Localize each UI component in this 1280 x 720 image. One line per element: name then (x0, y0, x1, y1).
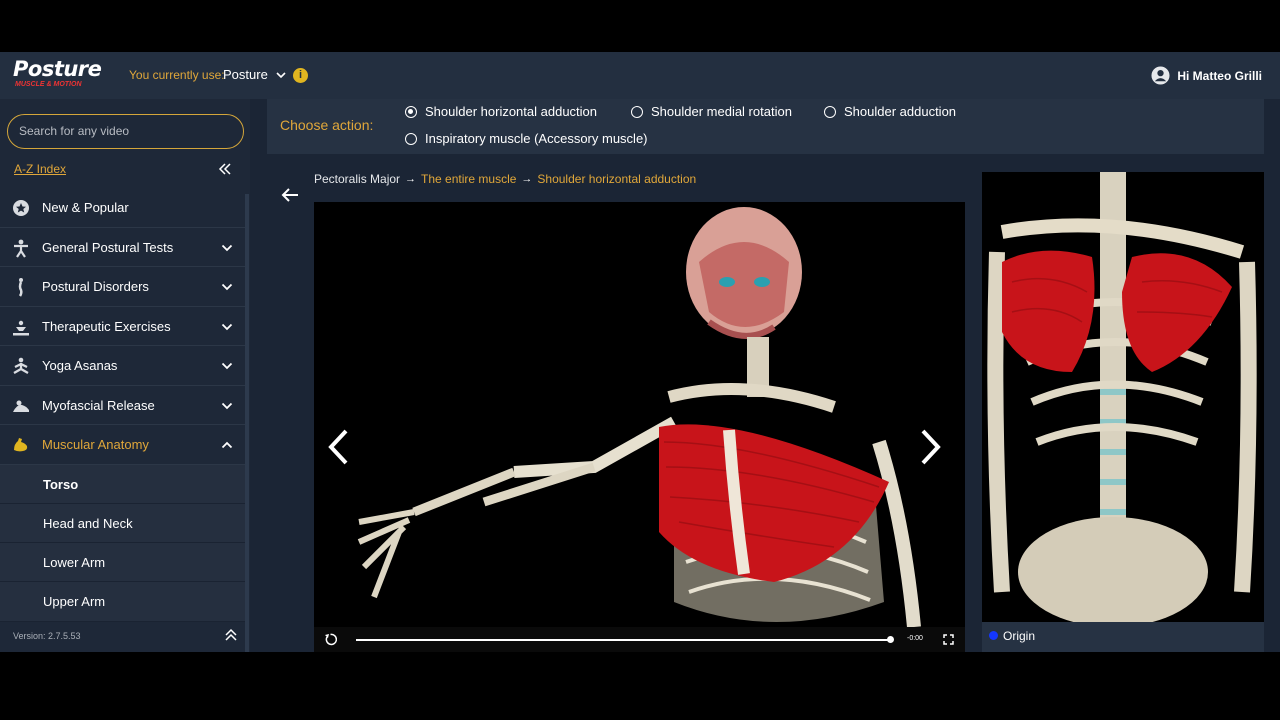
video-time: -0:00 (907, 635, 923, 642)
anatomy-video-frame (357, 207, 921, 628)
chevron-down-icon (221, 323, 233, 330)
sidebar-item-therapeutic-exercises[interactable]: Therapeutic Exercises (0, 307, 245, 346)
yoga-icon (13, 357, 29, 374)
radio-shoulder-medial-rotation[interactable]: Shoulder medial rotation (631, 104, 792, 119)
radio-shoulder-adduction[interactable]: Shoulder adduction (824, 104, 956, 119)
user-menu[interactable]: Hi Matteo Grilli (1151, 66, 1262, 85)
chevron-down-icon (221, 283, 233, 291)
origin-label: Origin (1003, 629, 1036, 643)
logo-subtext: MUSCLE & MOTION (15, 81, 82, 88)
sidebar-subitem-label: Torso (43, 476, 79, 492)
sidebar-item-label: Muscular Anatomy (42, 437, 149, 452)
action-bar: Choose action: Shoulder horizontal adduc… (267, 99, 1264, 154)
video-player[interactable]: -0:00 (314, 202, 965, 652)
sidebar-item-muscular-anatomy[interactable]: Muscular Anatomy (0, 425, 245, 465)
next-arrow-icon[interactable] (919, 428, 943, 466)
info-icon[interactable]: i (293, 68, 308, 83)
chevron-up-icon (221, 441, 233, 449)
chevron-down-icon (221, 402, 233, 409)
breadcrumb-action: Shoulder horizontal adduction (537, 172, 697, 186)
collapse-sidebar-icon[interactable] (217, 161, 233, 177)
current-product-label: You currently use: (129, 68, 225, 82)
exercise-icon (13, 320, 29, 335)
radio-label: Shoulder horizontal adduction (425, 104, 598, 119)
radio-dot (405, 132, 417, 145)
sidebar: Search for any video A-Z Index New & Pop… (0, 99, 250, 652)
sidebar-nav: New & Popular General Postural Tests Pos… (0, 188, 250, 622)
current-product-select[interactable]: Posture (223, 67, 268, 82)
sidebar-subitem-label: Upper Arm (43, 594, 106, 610)
radio-dot (405, 105, 417, 118)
sidebar-item-label: Postural Disorders (42, 279, 149, 294)
video-progress-knob[interactable] (887, 636, 894, 643)
user-avatar-icon (1151, 66, 1170, 85)
sidebar-subitem-torso[interactable]: Torso (0, 464, 245, 504)
star-badge-icon (13, 200, 29, 216)
logo[interactable]: Posture MUSCLE & MOTION (13, 57, 102, 94)
chevron-down-icon (221, 244, 233, 251)
release-icon (13, 400, 29, 412)
radio-label: Inspiratory muscle (Accessory muscle) (425, 131, 648, 146)
sidebar-scrollbar[interactable] (245, 194, 249, 652)
sidebar-subitem-upper-arm[interactable]: Upper Arm (0, 582, 245, 622)
sidebar-item-postural-disorders[interactable]: Postural Disorders (0, 267, 245, 307)
sidebar-subitem-head-neck[interactable]: Head and Neck (0, 503, 245, 544)
arrow-right-icon: → (521, 173, 533, 185)
radio-shoulder-horizontal-adduction[interactable]: Shoulder horizontal adduction (405, 104, 597, 119)
app-window: Posture MUSCLE & MOTION You currently us… (0, 52, 1280, 652)
search-input[interactable]: Search for any video (7, 114, 244, 149)
sidebar-subitem-lower-arm[interactable]: Lower Arm (0, 543, 245, 583)
previous-arrow-icon[interactable] (326, 428, 350, 466)
sidebar-item-new-popular[interactable]: New & Popular (0, 188, 245, 228)
torso-muscle-illustration (987, 172, 1257, 622)
logo-text: Posture (13, 57, 102, 81)
muscle-reference-image (982, 172, 1264, 622)
radio-dot (631, 105, 643, 118)
sidebar-subitem-label: Lower Arm (43, 555, 106, 571)
sidebar-item-label: Myofascial Release (42, 397, 155, 413)
breadcrumb: Pectoralis Major → The entire muscle → S… (314, 172, 696, 186)
sidebar-subitem-label: Head and Neck (43, 515, 133, 531)
origin-legend: Origin (982, 622, 1264, 652)
replay-icon[interactable] (324, 633, 337, 646)
chevron-down-icon[interactable] (274, 68, 288, 82)
breadcrumb-part[interactable]: The entire muscle (421, 172, 516, 186)
radio-label: Shoulder medial rotation (651, 104, 792, 119)
fullscreen-icon[interactable] (943, 634, 954, 645)
radio-label: Shoulder adduction (844, 104, 957, 119)
sidebar-item-label: New & Popular (42, 200, 129, 215)
version-label: Version: 2.7.5.53 (13, 631, 81, 641)
choose-action-label: Choose action: (280, 117, 374, 133)
figure-test-icon (14, 239, 28, 258)
radio-inspiratory-muscle[interactable]: Inspiratory muscle (Accessory muscle) (405, 131, 648, 146)
bicep-icon (14, 438, 28, 452)
radio-dot (824, 105, 836, 118)
back-arrow-icon[interactable] (280, 185, 300, 205)
arrow-right-icon: → (405, 173, 417, 185)
sidebar-item-general-postural-tests[interactable]: General Postural Tests (0, 228, 245, 267)
sidebar-item-label: Yoga Asanas (42, 358, 118, 373)
scroll-top-icon[interactable] (223, 627, 239, 643)
breadcrumb-muscle[interactable]: Pectoralis Major (314, 172, 400, 186)
az-index-link[interactable]: A-Z Index (14, 162, 66, 176)
user-greeting: Hi Matteo Grilli (1177, 68, 1262, 83)
sidebar-item-label: General Postural Tests (42, 239, 174, 255)
sidebar-item-yoga-asanas[interactable]: Yoga Asanas (0, 346, 245, 386)
sidebar-item-label: Therapeutic Exercises (42, 318, 171, 334)
sidebar-item-myofascial-release[interactable]: Myofascial Release (0, 386, 245, 425)
top-bar: Posture MUSCLE & MOTION You currently us… (0, 52, 1280, 99)
origin-color-dot (989, 631, 998, 640)
video-progress-bar[interactable] (356, 639, 889, 641)
spine-icon (18, 278, 23, 297)
chevron-down-icon (221, 362, 233, 370)
video-controls: -0:00 (314, 627, 965, 652)
